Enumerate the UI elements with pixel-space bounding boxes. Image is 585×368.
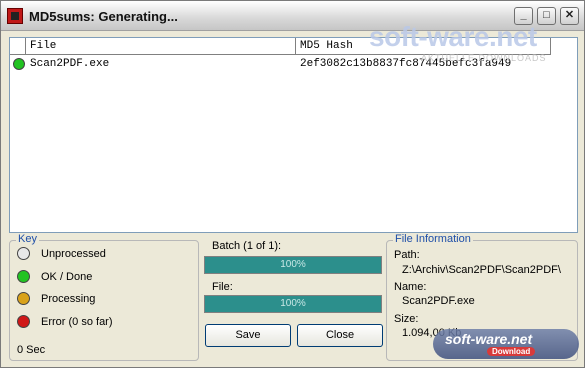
file-progress-bar: 100% (204, 295, 382, 313)
name-label: Name: (394, 281, 427, 293)
close-window-button[interactable]: ✕ (560, 7, 579, 25)
file-information-legend: File Information (393, 233, 473, 245)
name-value: Scan2PDF.exe (402, 295, 475, 307)
results-list[interactable]: File MD5 Hash Scan2PDF.exe 2ef3082c13b88… (9, 37, 578, 233)
ok-status-icon (13, 58, 25, 70)
path-label: Path: (394, 249, 420, 261)
watermark-subtitle: AKTUELLE DOWNLOADS (421, 53, 547, 63)
window-title: MD5sums: Generating... (29, 9, 178, 24)
unprocessed-label: Unprocessed (41, 248, 106, 260)
save-button[interactable]: Save (205, 324, 291, 347)
processing-icon (17, 292, 30, 305)
close-button[interactable]: Close (297, 324, 383, 347)
error-icon (17, 315, 30, 328)
file-name-cell: Scan2PDF.exe (30, 58, 110, 70)
path-value: Z:\Archiv\Scan2PDF\Scan2PDF\ (402, 264, 561, 276)
elapsed-time: 0 Sec (17, 344, 46, 356)
ok-done-label: OK / Done (41, 271, 93, 283)
ok-done-icon (17, 270, 30, 283)
watermark-badge-text: soft-ware.net (445, 331, 533, 347)
batch-progress-bar: 100% (204, 256, 382, 274)
key-legend: Key (16, 233, 39, 245)
status-column-header[interactable] (10, 38, 26, 55)
file-column-header[interactable]: File (26, 38, 296, 55)
processing-label: Processing (41, 293, 96, 305)
unprocessed-icon (17, 247, 30, 260)
size-label: Size: (394, 313, 419, 325)
md5sums-window: MD5sums: Generating... _ □ ✕ File MD5 Ha… (0, 0, 585, 368)
batch-label: Batch (1 of 1): (212, 240, 282, 252)
watermark-download-label: Download (487, 347, 536, 356)
file-label: File: (212, 281, 233, 293)
maximize-button[interactable]: □ (537, 7, 556, 25)
app-icon (7, 8, 23, 24)
error-label: Error (0 so far) (41, 316, 113, 328)
watermark-logo: soft-ware.net (369, 21, 537, 52)
